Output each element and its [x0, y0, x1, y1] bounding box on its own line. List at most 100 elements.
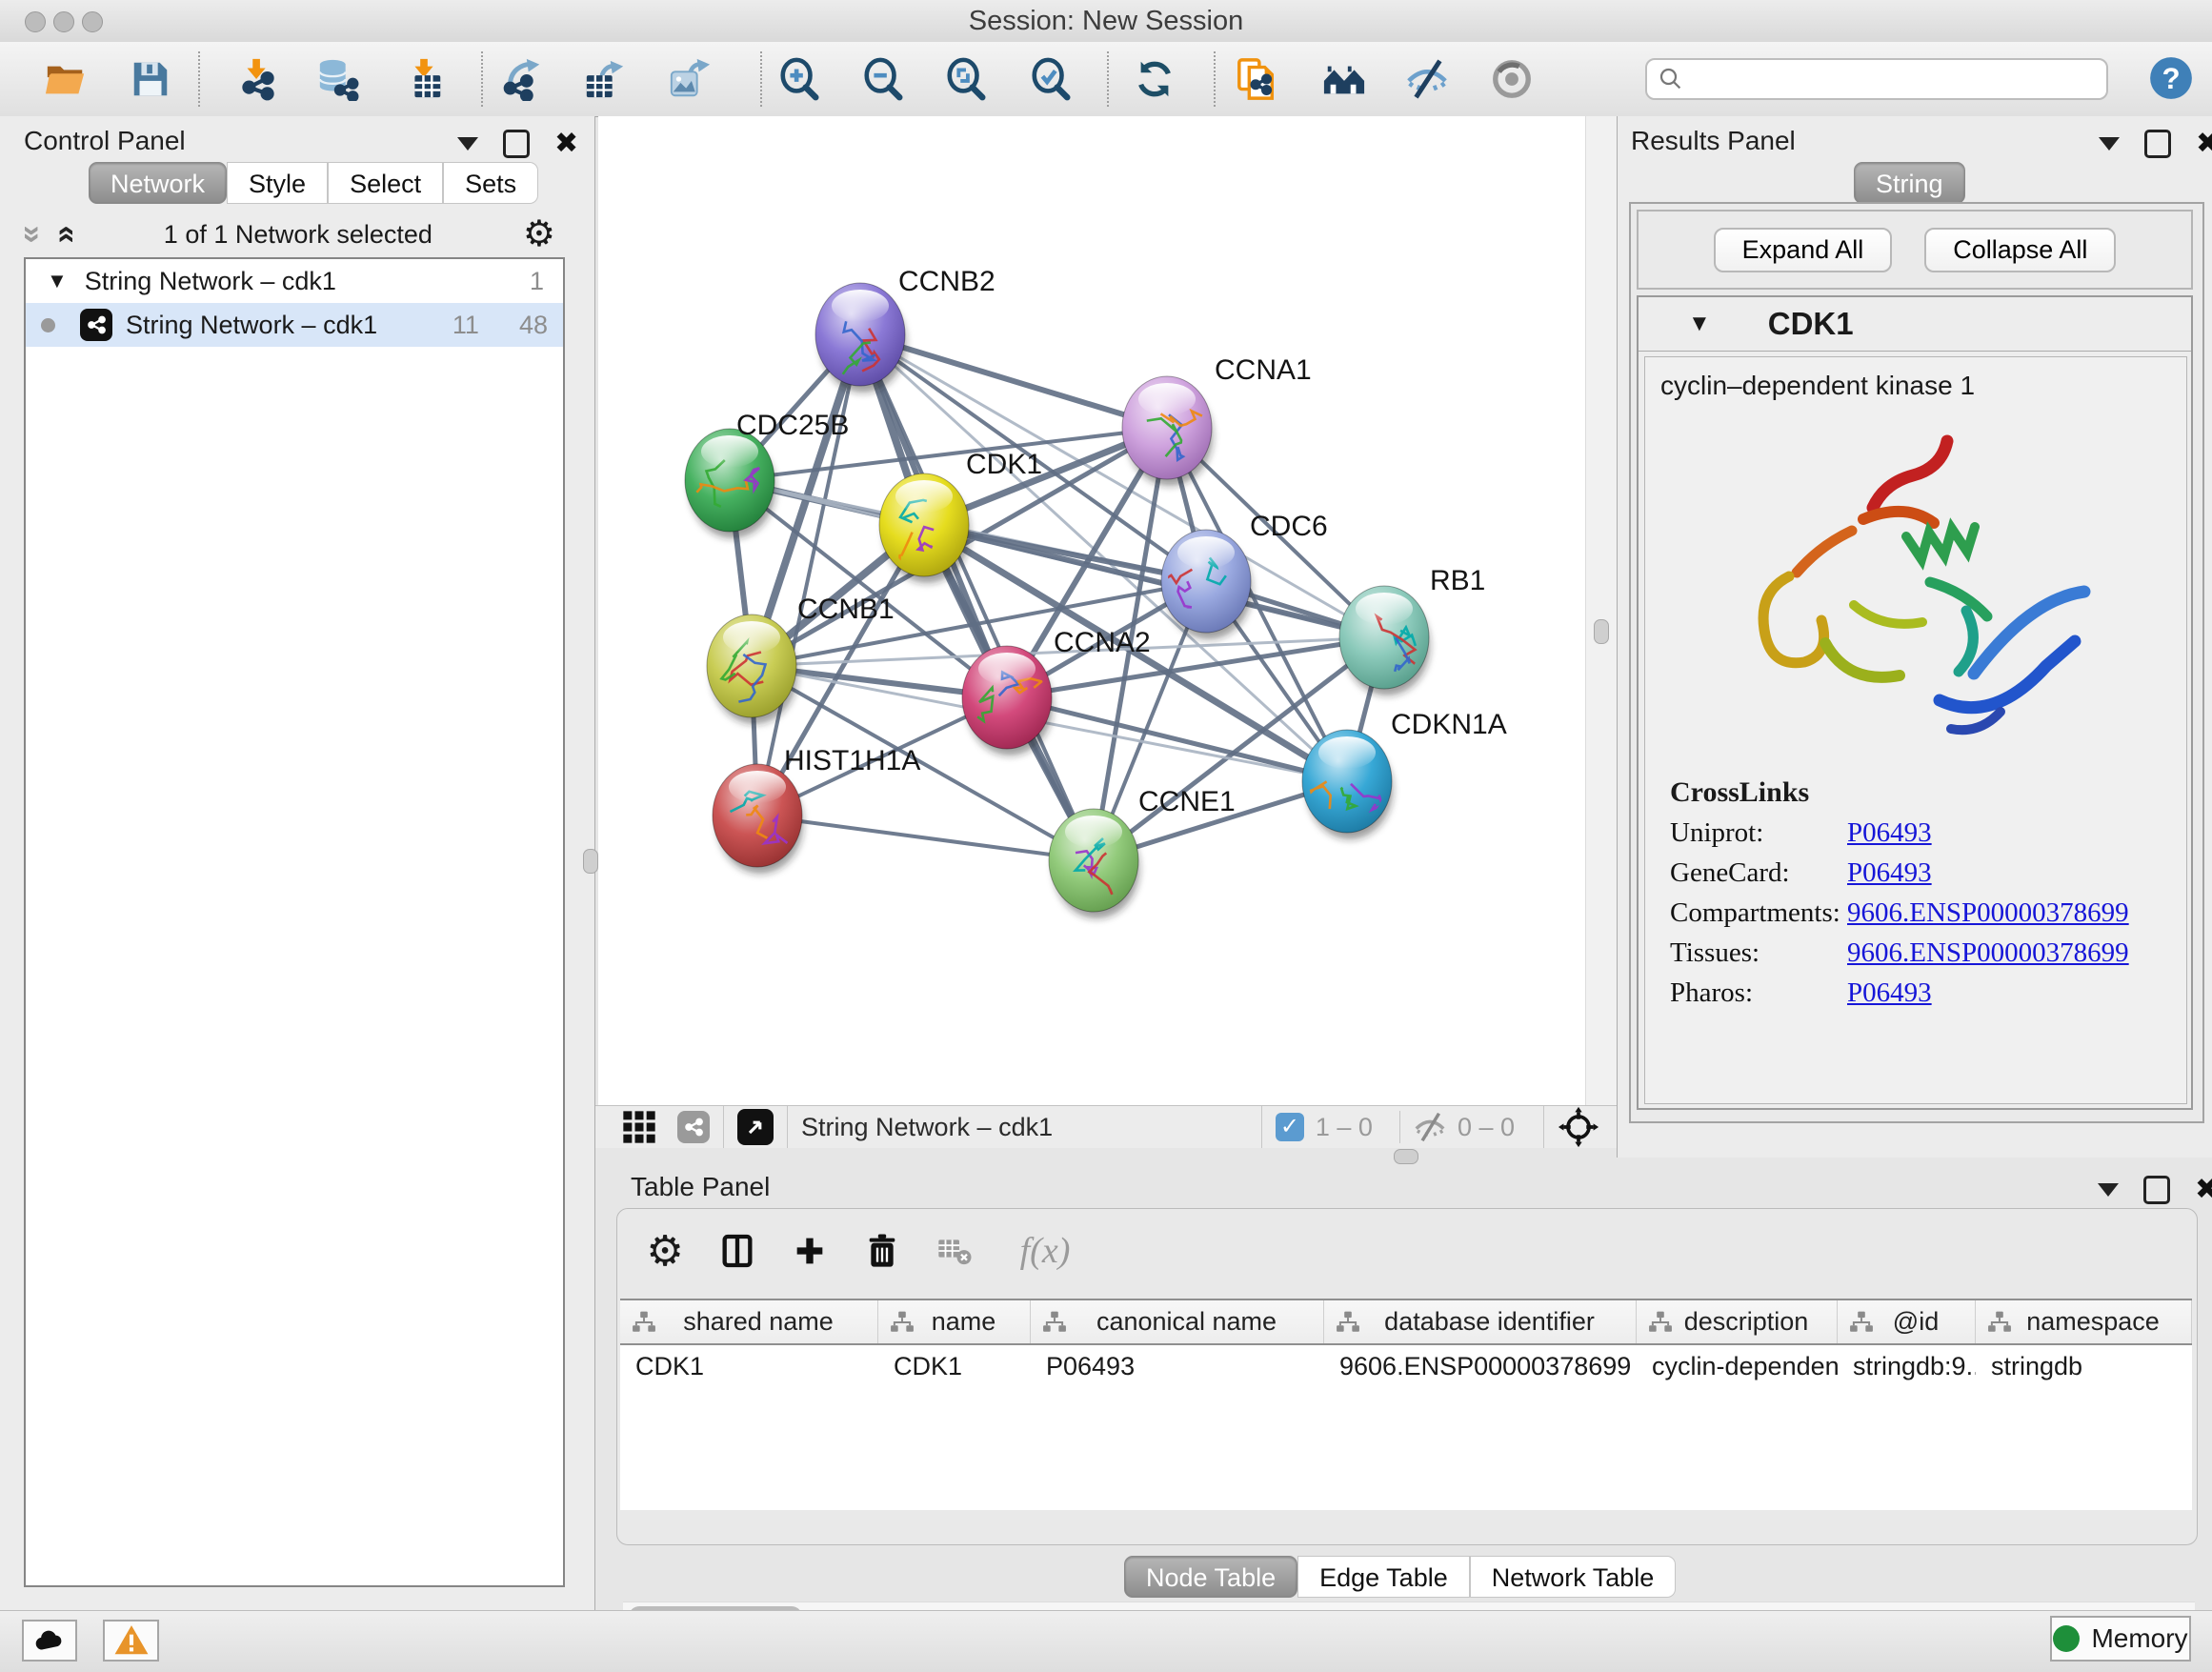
splitter-handle[interactable]	[1594, 619, 1609, 644]
collapse-all-networks-icon[interactable]: »	[18, 226, 47, 244]
tab-edge-table[interactable]: Edge Table	[1297, 1556, 1470, 1598]
tab-select[interactable]: Select	[328, 162, 443, 204]
column-header--id[interactable]: @id	[1838, 1300, 1976, 1343]
expand-all-networks-icon[interactable]: »	[50, 226, 78, 244]
search-input[interactable]	[1685, 64, 2089, 95]
string-view-icon[interactable]	[677, 1111, 710, 1143]
delete-column-icon[interactable]	[857, 1226, 907, 1276]
zoom-in-icon[interactable]	[777, 57, 821, 101]
maximize-panel-icon[interactable]	[2143, 1176, 2170, 1204]
column-header-description[interactable]: description	[1637, 1300, 1838, 1343]
close-panel-icon[interactable]: ✖	[2196, 132, 2212, 155]
protein-section-header[interactable]: ▼ CDK1	[1639, 297, 2191, 352]
open-in-new-window-icon[interactable]	[737, 1109, 774, 1145]
table-settings-gear-icon[interactable]: ⚙	[640, 1226, 690, 1276]
tab-string[interactable]: String	[1854, 162, 1965, 204]
network-edge-CCNB2-CCNE1[interactable]	[860, 334, 1094, 860]
section-collapse-icon[interactable]: ▼	[1688, 311, 1711, 337]
close-window-button[interactable]	[25, 11, 46, 32]
zoom-fit-icon[interactable]	[944, 57, 988, 101]
table-cell[interactable]: stringdb	[1976, 1352, 2192, 1381]
network-node-CCNE1[interactable]: CCNE1	[1049, 786, 1236, 918]
grid-view-icon[interactable]	[620, 1108, 658, 1146]
network-edge-HIST1H1A-CCNE1[interactable]	[757, 816, 1094, 860]
eye-icon[interactable]	[1490, 57, 1534, 101]
float-panel-icon[interactable]	[2099, 137, 2120, 151]
collection-expand-icon[interactable]: ▼	[47, 269, 68, 293]
maximize-window-button[interactable]	[82, 11, 103, 32]
copy-network-icon[interactable]	[1235, 57, 1278, 101]
column-header-canonical-name[interactable]: canonical name	[1031, 1300, 1324, 1343]
import-network-database-icon[interactable]	[316, 57, 360, 101]
column-header-shared-name[interactable]: shared name	[620, 1300, 878, 1343]
add-column-icon[interactable]	[785, 1226, 835, 1276]
import-table-file-icon[interactable]	[402, 57, 446, 101]
open-session-icon[interactable]	[44, 57, 88, 101]
save-session-icon[interactable]	[129, 57, 172, 101]
export-network-icon[interactable]	[501, 57, 545, 101]
network-node-HIST1H1A[interactable]: HIST1H1A	[713, 745, 920, 874]
crosslink-link[interactable]: P06493	[1847, 977, 1932, 1009]
search-field[interactable]	[1645, 58, 2108, 100]
network-node-CDKN1A[interactable]: CDKN1A	[1302, 709, 1507, 839]
float-panel-icon[interactable]	[457, 137, 478, 151]
table-cell[interactable]: cyclin-dependent ...	[1637, 1352, 1838, 1381]
network-row[interactable]: String Network – cdk1 11 48	[26, 303, 563, 347]
network-node-CCNA1[interactable]: CCNA1	[1122, 354, 1312, 486]
table-row[interactable]: CDK1CDK1P064939606.ENSP00000378699cyclin…	[620, 1345, 2192, 1387]
tab-network[interactable]: Network	[89, 162, 227, 204]
column-header-namespace[interactable]: namespace	[1976, 1300, 2192, 1343]
table-cell[interactable]: CDK1	[620, 1352, 878, 1381]
tab-sets[interactable]: Sets	[443, 162, 538, 204]
network-node-CDC25B[interactable]: CDC25B	[685, 410, 849, 538]
crosslink-link[interactable]: 9606.ENSP00000378699	[1847, 897, 2129, 929]
tab-style[interactable]: Style	[227, 162, 328, 204]
network-edge-CCNB2-HIST1H1A[interactable]	[757, 334, 860, 816]
column-header-name[interactable]: name	[878, 1300, 1031, 1343]
crosslink-link[interactable]: 9606.ENSP00000378699	[1847, 937, 2129, 969]
table-cell[interactable]: stringdb:9...	[1838, 1352, 1976, 1381]
horizontal-splitter-handle[interactable]	[1394, 1149, 1418, 1164]
left-splitter-handle[interactable]	[583, 849, 598, 874]
table-cell[interactable]: P06493	[1031, 1352, 1324, 1381]
tab-node-table[interactable]: Node Table	[1124, 1556, 1297, 1598]
collapse-all-button[interactable]: Collapse All	[1924, 228, 2116, 272]
tab-network-table[interactable]: Network Table	[1470, 1556, 1677, 1598]
zoom-out-icon[interactable]	[861, 57, 905, 101]
show-hide-graphics-icon[interactable]	[1405, 57, 1449, 101]
maximize-panel-icon[interactable]	[2144, 130, 2171, 158]
warning-button[interactable]	[103, 1620, 159, 1662]
import-network-file-icon[interactable]	[236, 57, 280, 101]
minimize-window-button[interactable]	[53, 11, 74, 32]
function-builder-icon[interactable]: f(x)	[1002, 1226, 1088, 1276]
network-graph[interactable]: CCNB2CCNA1CDC25BCDK1CDC6RB1CCNB1CCNA2CDK…	[598, 116, 1585, 1105]
crosslink-link[interactable]: P06493	[1847, 857, 1932, 889]
network-node-RB1[interactable]: RB1	[1339, 565, 1485, 695]
selected-checkbox-icon[interactable]: ✓	[1276, 1113, 1304, 1141]
birdseye-crosshair-icon[interactable]	[1558, 1106, 1599, 1148]
network-node-CCNB2[interactable]: CCNB2	[815, 266, 995, 393]
maximize-panel-icon[interactable]	[503, 130, 530, 158]
column-header-database-identifier[interactable]: database identifier	[1324, 1300, 1637, 1343]
network-edge-CCNB2-CCNA1[interactable]	[860, 334, 1167, 428]
crosslink-link[interactable]: P06493	[1847, 817, 1932, 849]
float-panel-icon[interactable]	[2098, 1183, 2119, 1197]
export-table-icon[interactable]	[583, 57, 627, 101]
table-cell[interactable]: 9606.ENSP00000378699	[1324, 1352, 1637, 1381]
cloud-button[interactable]	[22, 1620, 77, 1662]
table-cell[interactable]: CDK1	[878, 1352, 1031, 1381]
delete-table-icon[interactable]	[930, 1226, 979, 1276]
close-panel-icon[interactable]: ✖	[554, 132, 578, 155]
close-panel-icon[interactable]: ✖	[2195, 1178, 2212, 1201]
zoom-selected-icon[interactable]	[1029, 57, 1073, 101]
network-options-gear-icon[interactable]: ⚙	[523, 216, 555, 252]
show-columns-icon[interactable]	[713, 1226, 762, 1276]
network-collection-row[interactable]: ▼ String Network – cdk1 1	[26, 259, 563, 303]
network-node-CCNB1[interactable]: CCNB1	[707, 594, 895, 724]
hidden-eye-slash-icon[interactable]	[1412, 1109, 1448, 1145]
memory-button[interactable]: Memory	[2050, 1616, 2191, 1662]
home-icon[interactable]	[1322, 57, 1366, 101]
export-image-icon[interactable]	[668, 57, 712, 101]
expand-all-button[interactable]: Expand All	[1714, 228, 1893, 272]
help-icon[interactable]: ?	[2147, 54, 2195, 102]
